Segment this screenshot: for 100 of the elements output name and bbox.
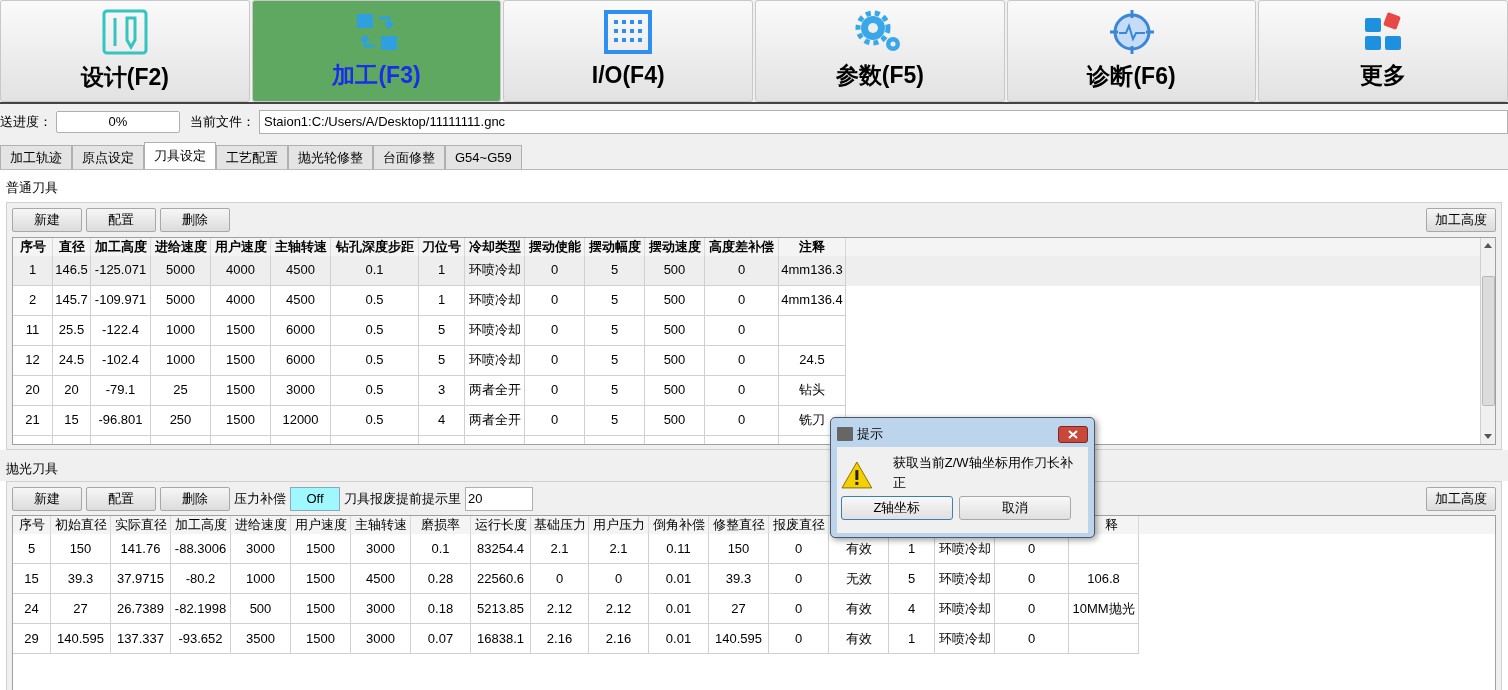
toolbar-button[interactable]: 参数(F5) xyxy=(755,0,1005,102)
table-cell: 15 xyxy=(53,405,91,436)
column-header: 刀位号 xyxy=(419,237,465,256)
table-cell: 0.01 xyxy=(649,624,709,654)
table-cell: 3000 xyxy=(231,534,291,564)
table-cell xyxy=(779,315,846,346)
warning-icon xyxy=(841,461,873,489)
ruler-pencil-icon xyxy=(100,7,149,56)
table-cell: 24.5 xyxy=(53,345,91,376)
table-cell: 1500 xyxy=(291,564,351,594)
table-cell: 0 xyxy=(995,564,1069,594)
scroll-up-icon[interactable] xyxy=(1484,242,1492,248)
table-cell: -122.4 xyxy=(91,315,151,346)
scroll-down-icon[interactable] xyxy=(1484,433,1492,439)
tab[interactable]: 工艺配置 xyxy=(216,145,288,169)
toolbar-button[interactable]: 设计(F2) xyxy=(0,0,250,102)
table-cell: -125.071 xyxy=(91,255,151,286)
table-cell: 0 xyxy=(705,285,779,316)
column-header: 加工高度 xyxy=(174,516,227,534)
table-cell: 2 xyxy=(13,285,53,316)
scrollbar[interactable] xyxy=(1480,237,1495,444)
column-header: 磨损率 xyxy=(421,516,460,534)
table-cell: 环喷冷却 xyxy=(465,255,525,286)
table-cell: 27 xyxy=(709,594,769,624)
table-cell: 有效 xyxy=(829,624,889,654)
table-cell: 500 xyxy=(645,315,705,346)
table-cell: 0.01 xyxy=(649,564,709,594)
table-cell: 20 xyxy=(53,375,91,406)
column-header: 进给速度 xyxy=(151,237,211,256)
target-pulse-icon xyxy=(1108,8,1155,55)
toolbar-button[interactable]: I/O(F4) xyxy=(503,0,753,102)
table-cell: 3500 xyxy=(231,624,291,654)
table-cell: 环喷冷却 xyxy=(935,624,995,654)
table-cell: 5000 xyxy=(151,255,211,286)
toolbar-action-button[interactable]: 新建 xyxy=(12,207,82,232)
table-cell: 0.11 xyxy=(649,534,709,564)
table-cell: 环喷冷却 xyxy=(935,594,995,624)
table-cell: 1000 xyxy=(151,315,211,346)
tab[interactable]: 刀具设定 xyxy=(144,142,216,169)
warning-field[interactable]: 20 xyxy=(465,487,533,511)
table-cell: 3000 xyxy=(351,594,411,624)
table-cell: 500 xyxy=(645,405,705,436)
table-cell: 4000 xyxy=(211,285,271,316)
table-cell: 5 xyxy=(889,564,935,594)
table-cell: 0.01 xyxy=(649,594,709,624)
table-cell: 4500 xyxy=(271,255,331,286)
table-cell: 145.7 xyxy=(53,285,91,316)
height-button[interactable]: 加工高度 xyxy=(1426,207,1496,232)
column-header: 序号 xyxy=(13,237,53,256)
table-cell: 3 xyxy=(419,375,465,406)
table-cell: 1000 xyxy=(151,345,211,376)
table-cell: -93.652 xyxy=(171,624,231,654)
table-cell: 0.28 xyxy=(411,564,471,594)
height-button[interactable]: 加工高度 xyxy=(1426,487,1496,511)
tab[interactable]: G54~G59 xyxy=(445,145,522,169)
tab[interactable]: 加工轨迹 xyxy=(0,145,72,169)
tab[interactable]: 抛光轮修整 xyxy=(288,145,373,169)
toolbar-action-button[interactable]: 删除 xyxy=(160,487,230,511)
table-cell: 1 xyxy=(419,255,465,286)
table-cell: 39.3 xyxy=(709,564,769,594)
toolbar-button[interactable]: 更多 xyxy=(1258,0,1508,102)
table-cell: 1500 xyxy=(211,345,271,376)
pressure-toggle[interactable]: Off xyxy=(290,487,340,511)
table-cell: -102.4 xyxy=(91,345,151,376)
table-cell: 500 xyxy=(645,285,705,316)
column-header: 用户压力 xyxy=(592,516,645,534)
toolbar-action-button[interactable]: 配置 xyxy=(86,487,156,511)
table-cell: 0 xyxy=(525,315,585,346)
dialog-title: 提示 xyxy=(857,425,883,444)
toolbar-action-button[interactable]: 删除 xyxy=(160,207,230,232)
table-cell: 0.5 xyxy=(331,345,419,376)
table-cell: 3000 xyxy=(271,375,331,406)
table-cell: 5 xyxy=(585,285,645,316)
table-cell: 1 xyxy=(419,285,465,316)
table-cell: 16838.1 xyxy=(471,624,531,654)
dialog-button[interactable]: 取消 xyxy=(959,496,1071,520)
table-cell: 2.12 xyxy=(589,594,649,624)
dialog-button[interactable]: Z轴坐标 xyxy=(841,496,953,520)
table-cell: 150 xyxy=(709,534,769,564)
table-cell: 0 xyxy=(705,345,779,376)
table-cell: 150 xyxy=(51,534,111,564)
table-cell: -80.2 xyxy=(171,564,231,594)
tab[interactable]: 原点设定 xyxy=(72,145,144,169)
table-cell: 39.3 xyxy=(51,564,111,594)
toolbar-action-button[interactable]: 配置 xyxy=(86,207,156,232)
table-cell: 1500 xyxy=(211,315,271,346)
tab[interactable]: 台面修整 xyxy=(373,145,445,169)
table-cell: 0 xyxy=(589,564,649,594)
table-cell: 1 xyxy=(889,624,935,654)
table-cell: 12000 xyxy=(271,405,331,436)
table-cell: 0.5 xyxy=(331,285,419,316)
table-cell: 29 xyxy=(13,624,51,654)
table-cell: 有效 xyxy=(829,594,889,624)
toolbar-button[interactable]: 诊断(F6) xyxy=(1006,0,1257,102)
toolbar-action-button[interactable]: 新建 xyxy=(12,487,82,511)
warning-label: 刀具报废提前提示里 xyxy=(344,490,461,509)
column-header: 实际直径 xyxy=(114,516,167,534)
table-cell: 137.337 xyxy=(111,624,171,654)
close-button[interactable] xyxy=(1058,425,1088,443)
table-cell: 0 xyxy=(705,255,779,286)
